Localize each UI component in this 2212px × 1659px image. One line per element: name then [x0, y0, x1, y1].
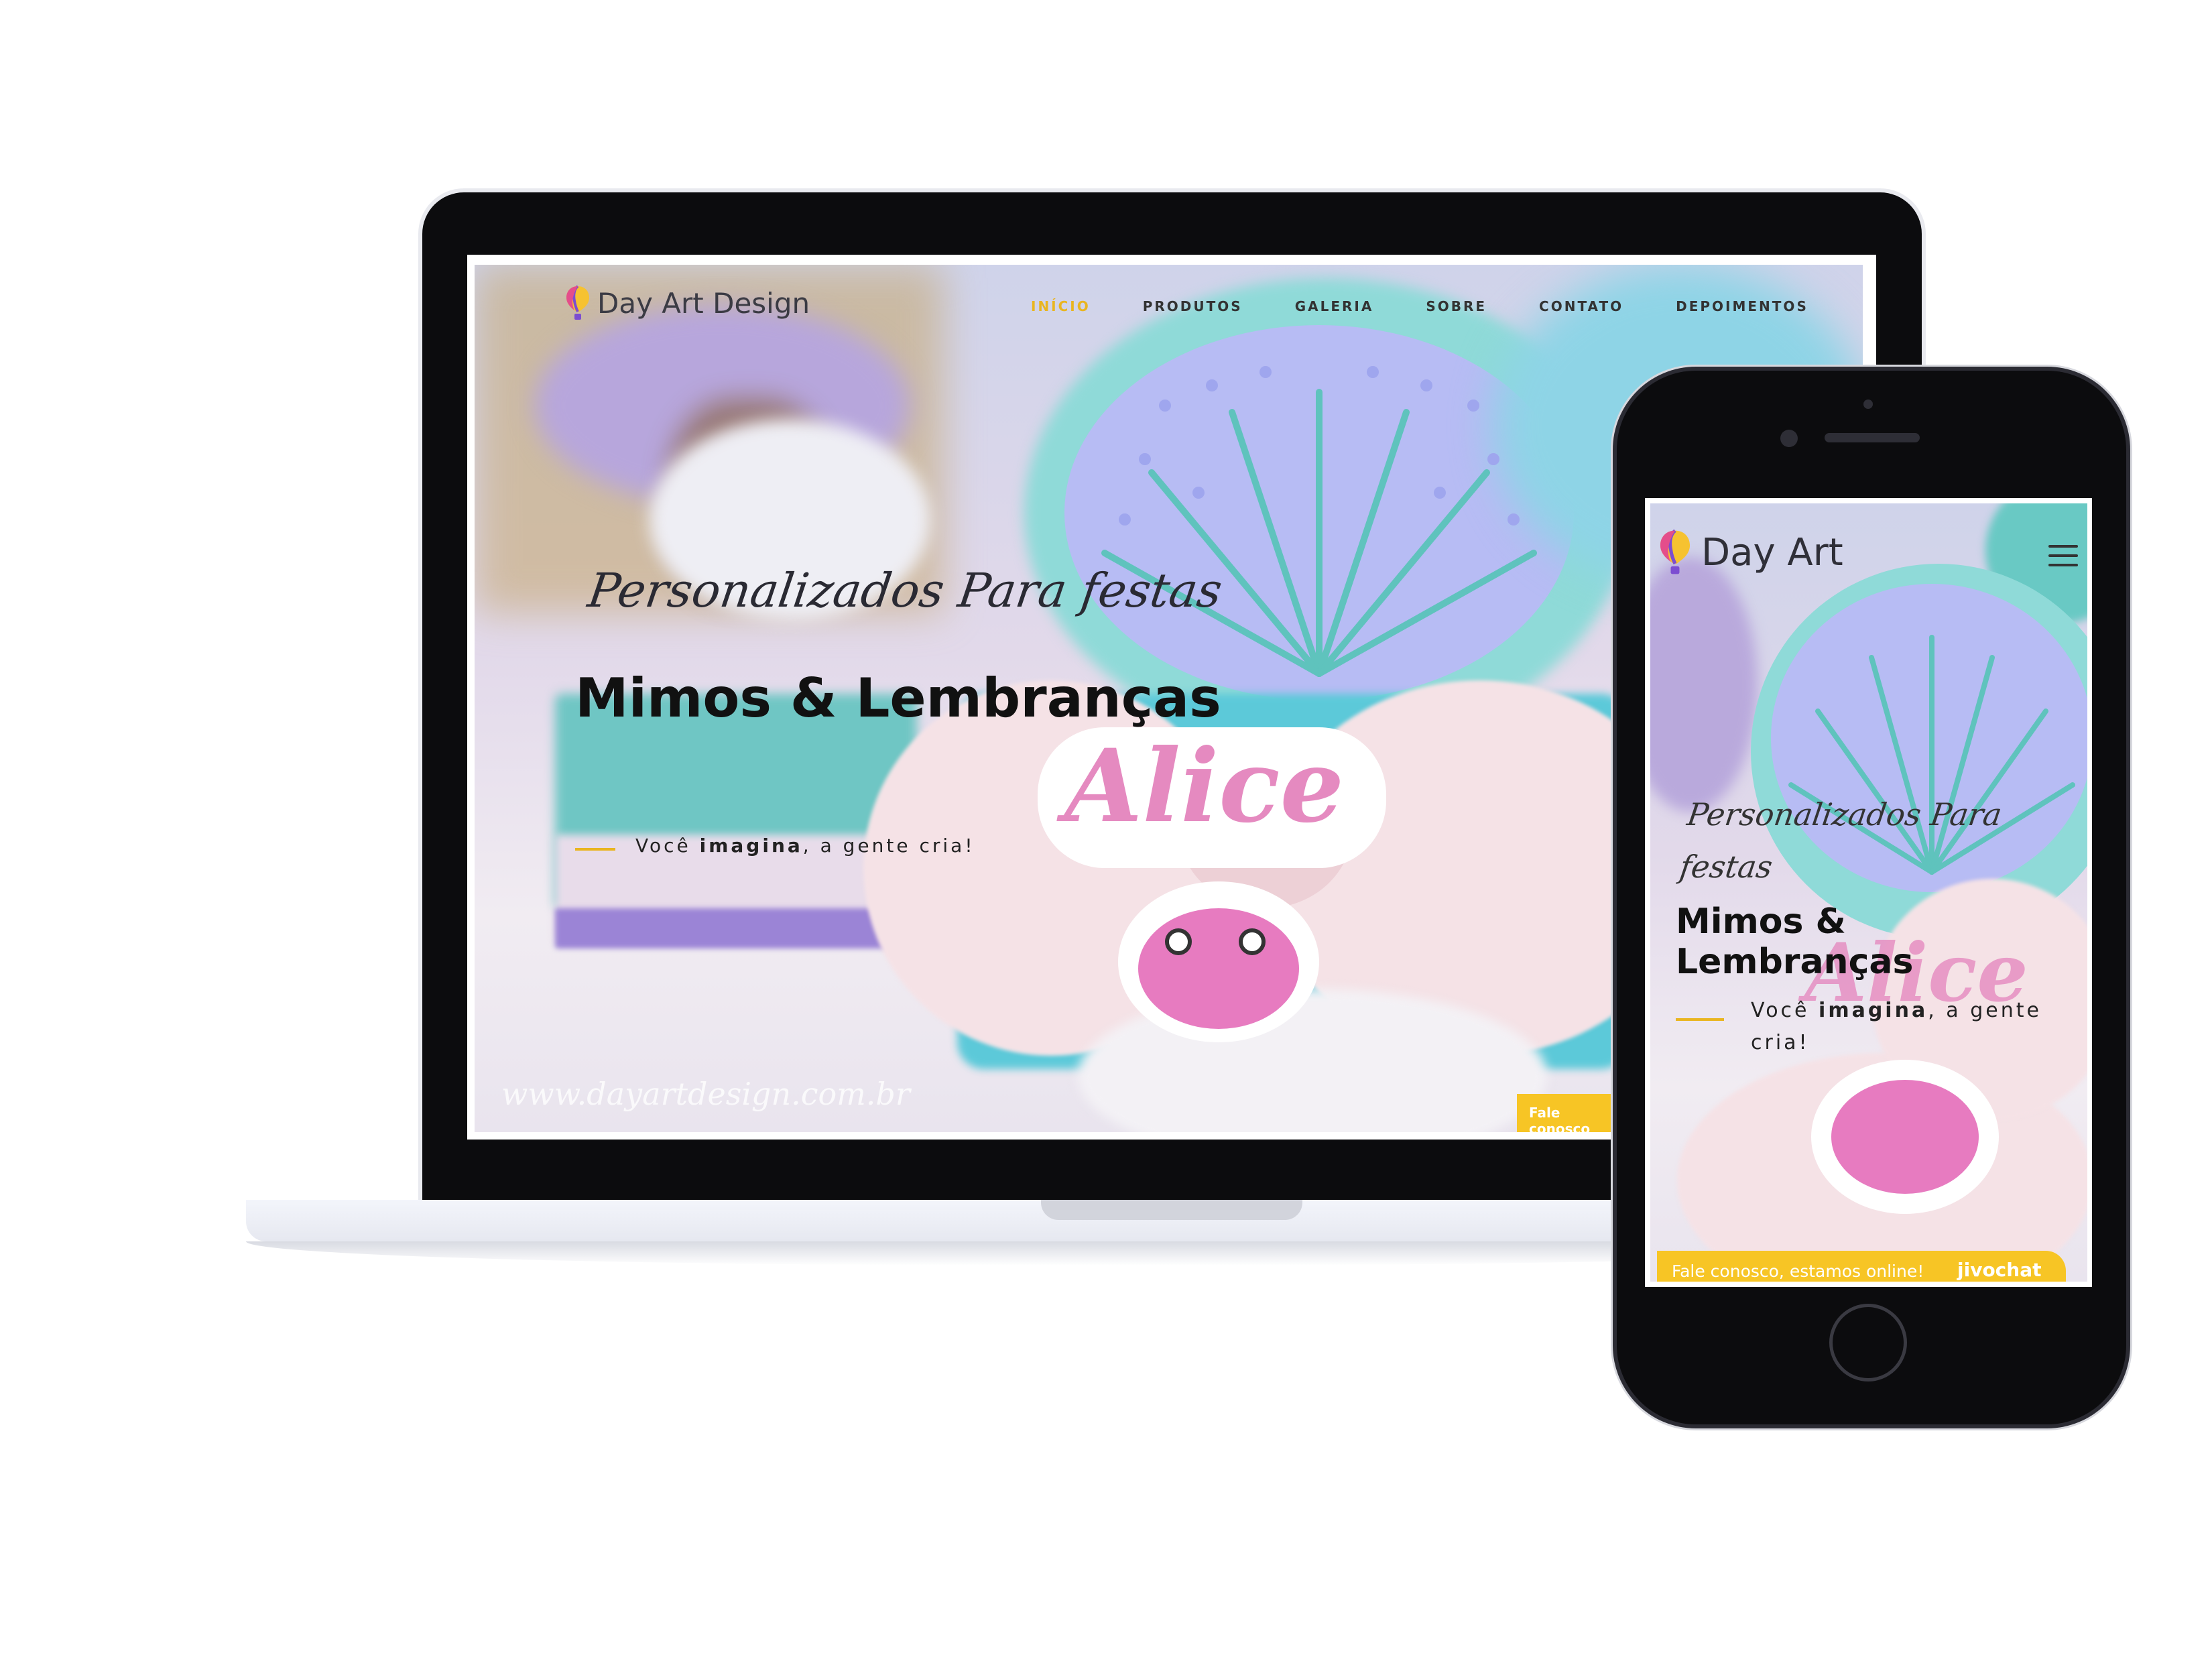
chat-label: Fale conosco, estamos online!: [1672, 1262, 1924, 1281]
mobile-brand-name: Day Art: [1701, 530, 1843, 574]
nav-item-produtos[interactable]: PRODUTOS: [1143, 298, 1243, 314]
logo[interactable]: Day Art Design: [565, 285, 810, 321]
hero-title: Mimos & Lembranças: [575, 667, 1221, 729]
hero-tagline: Personalizados Para festas: [585, 563, 1226, 618]
mobile-hero-tagline: Personalizados Para festas: [1677, 796, 2004, 885]
mobile-logo[interactable]: Day Art: [1658, 529, 1843, 576]
home-button[interactable]: [1829, 1304, 1907, 1381]
laptop-notch: [1041, 1200, 1302, 1220]
slogan-divider: [575, 848, 615, 851]
hamburger-icon[interactable]: [2048, 545, 2078, 573]
nav-item-contato[interactable]: CONTATO: [1539, 298, 1623, 314]
watermark: www.dayartdesign.com.br: [501, 1076, 910, 1112]
mobile-hero-slogan: Você imagina, a gente cria!: [1751, 999, 2042, 1054]
jivochat-label: jivochat: [1957, 1259, 2042, 1281]
balloon-logo-icon: [566, 285, 589, 320]
mobile-chat-widget[interactable]: Fale conosco, estamos online! jivochat: [1657, 1251, 2066, 1282]
brand-name: Day Art Design: [597, 286, 810, 320]
phone-speaker: [1825, 433, 1920, 442]
main-nav: INÍCIO PRODUTOS GALERIA SOBRE CONTATO DE…: [1031, 298, 1808, 314]
mobile-hero-image: Alice Day Art Personalizados Para festas…: [1650, 503, 2087, 1282]
nav-item-inicio[interactable]: INÍCIO: [1031, 298, 1091, 314]
chat-widget-button[interactable]: Fale conosco: [1517, 1094, 1624, 1132]
phone-camera: [1780, 430, 1798, 447]
phone-sensor: [1863, 400, 1873, 409]
nav-item-galeria[interactable]: GALERIA: [1295, 298, 1374, 314]
hero-slogan: Você imagina, a gente cria!: [635, 835, 975, 857]
mobile-slogan-divider: [1676, 1018, 1724, 1021]
nav-item-depoimentos[interactable]: DEPOIMENTOS: [1676, 298, 1808, 314]
mobile-hero-title: Mimos & Lembranças: [1676, 902, 1914, 982]
mobile-website: Alice Day Art Personalizados Para festas…: [1650, 503, 2087, 1282]
nav-item-sobre[interactable]: SOBRE: [1426, 298, 1487, 314]
balloon-logo-icon: [1660, 529, 1691, 574]
